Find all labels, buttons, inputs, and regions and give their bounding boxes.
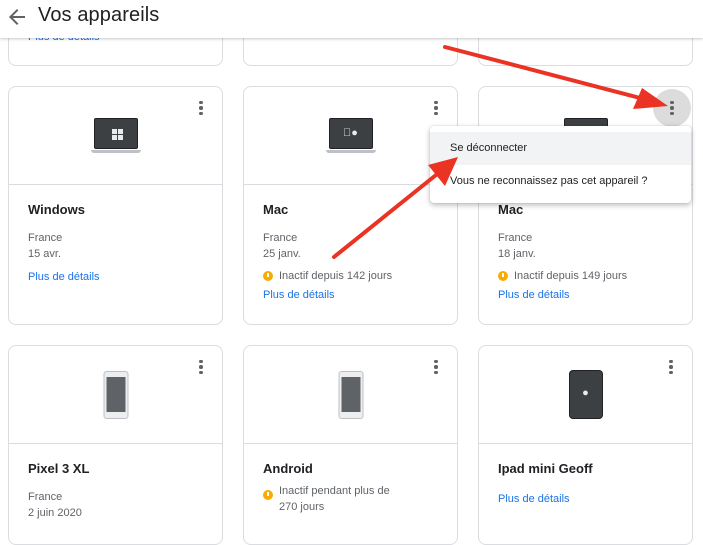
- device-card[interactable]: Windows France 15 avr. Plus de détails: [8, 86, 223, 325]
- device-last-date: 15 avr.: [28, 248, 62, 260]
- warning-icon: [498, 271, 508, 281]
- device-card[interactable]: ● Ipad mini Geoff Plus de détails: [478, 345, 693, 545]
- device-image-area: [9, 87, 222, 185]
- details-link[interactable]: Plus de détails: [28, 271, 100, 283]
- warning-icon: [263, 490, 273, 500]
- details-link[interactable]: Plus de détails: [498, 289, 570, 301]
- device-location: France: [263, 232, 298, 244]
- back-arrow-icon[interactable]: [5, 5, 29, 29]
- inactive-status: Inactif depuis 149 jours: [498, 268, 692, 284]
- windows-laptop-icon: [90, 118, 141, 155]
- device-location: France: [28, 232, 63, 244]
- menu-item-unrecognized-device[interactable]: Vous ne reconnaissez pas cet appareil ?: [430, 165, 691, 199]
- more-options-icon[interactable]: [653, 89, 691, 127]
- warning-icon: [263, 271, 273, 281]
- device-card[interactable]: ● Mac France 18 janv. Inactif depuis 149…: [478, 86, 693, 325]
- device-image-area: ●: [479, 346, 692, 444]
- device-location: France: [498, 232, 533, 244]
- inactive-status: Inactif pendant plus de 270 jours: [263, 483, 457, 515]
- mac-laptop-icon: ●: [325, 118, 376, 155]
- inactive-text: Inactif pendant plus de 270 jours: [279, 485, 390, 513]
- phone-icon: [338, 371, 363, 419]
- device-location: France: [28, 491, 63, 503]
- device-image-area: ●: [244, 87, 457, 185]
- device-name: Mac: [263, 202, 289, 217]
- more-options-icon[interactable]: [658, 354, 684, 380]
- device-name: Mac: [498, 202, 524, 217]
- more-options-icon[interactable]: [423, 354, 449, 380]
- inactive-text: Inactif depuis 149 jours: [514, 270, 628, 282]
- device-name: Pixel 3 XL: [28, 461, 90, 476]
- page-title: Vos appareils: [38, 4, 160, 26]
- device-card[interactable]: Pixel 3 XL France 2 juin 2020: [8, 345, 223, 545]
- device-card[interactable]: ● Mac France 25 janv. Inactif depuis 14…: [243, 86, 458, 325]
- details-link[interactable]: Plus de détails: [263, 289, 335, 301]
- device-name: Windows: [28, 202, 85, 217]
- menu-item-sign-out[interactable]: Se déconnecter: [430, 132, 691, 165]
- device-image-area: [9, 346, 222, 444]
- details-link[interactable]: Plus de détails: [498, 493, 570, 505]
- device-last-date: 2 juin 2020: [28, 507, 82, 519]
- more-options-icon[interactable]: [188, 354, 214, 380]
- inactive-text: Inactif depuis 142 jours: [279, 270, 393, 282]
- device-name: Ipad mini Geoff: [498, 461, 593, 476]
- app-header: Vos appareils: [0, 0, 703, 38]
- inactive-status: Inactif depuis 142 jours: [263, 268, 457, 284]
- more-options-icon[interactable]: [188, 95, 214, 121]
- phone-icon: [103, 371, 128, 419]
- device-last-date: 25 janv.: [263, 248, 301, 260]
- more-options-icon[interactable]: [423, 95, 449, 121]
- device-card[interactable]: Android Inactif pendant plus de 270 jour…: [243, 345, 458, 545]
- device-options-menu: Se déconnecter Vous ne reconnaissez pas …: [430, 126, 691, 203]
- device-name: Android: [263, 461, 313, 476]
- device-image-area: [244, 346, 457, 444]
- device-last-date: 18 janv.: [498, 248, 536, 260]
- tablet-icon: ●: [568, 370, 603, 419]
